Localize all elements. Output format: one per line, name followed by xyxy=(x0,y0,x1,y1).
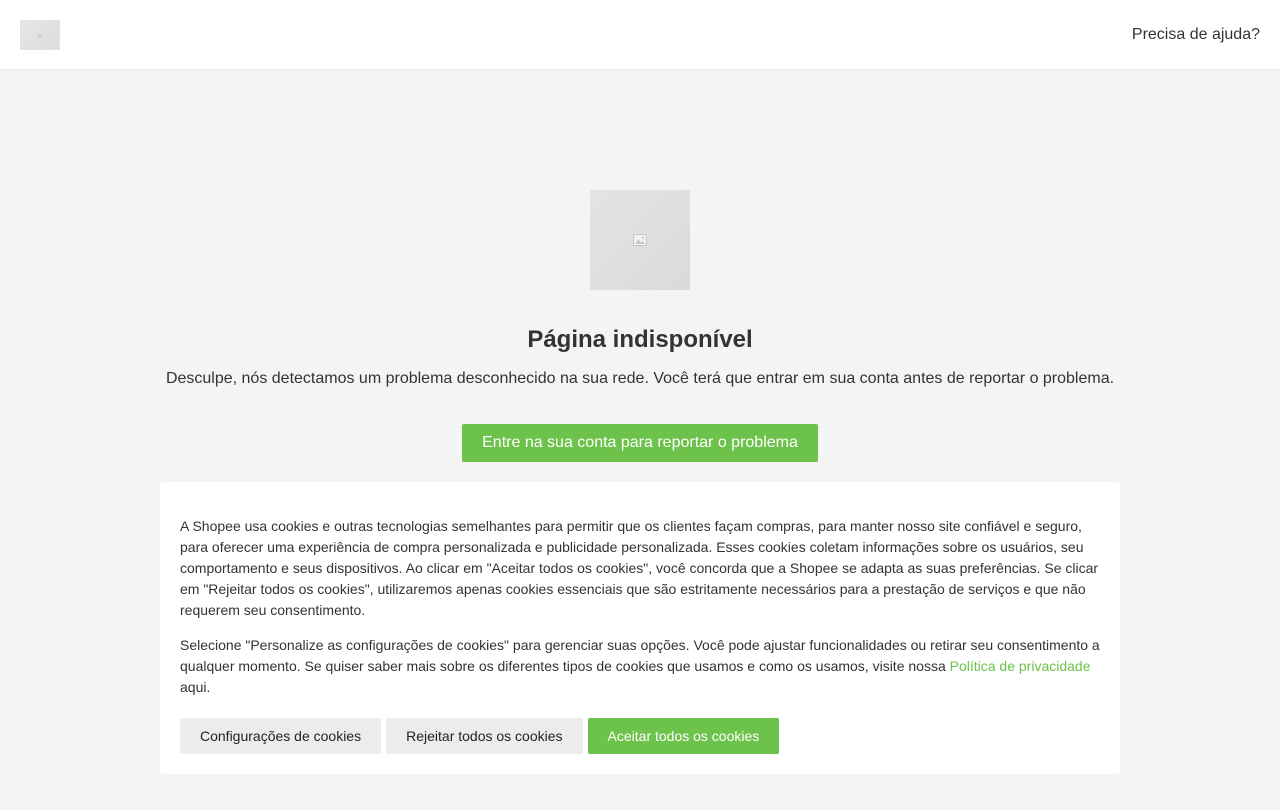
logo-placeholder-icon[interactable] xyxy=(20,20,60,50)
logo-dot xyxy=(38,33,42,37)
page-header: Precisa de ajuda? xyxy=(0,0,1280,70)
cookie-consent-panel: A Shopee usa cookies e outras tecnologia… xyxy=(160,482,1120,774)
cookie-button-row: Configurações de cookies Rejeitar todos … xyxy=(180,718,780,754)
page-description: Desculpe, nós detectamos um problema des… xyxy=(165,370,1115,387)
login-to-report-button[interactable]: Entre na sua conta para reportar o probl… xyxy=(462,424,818,462)
reject-all-cookies-button[interactable]: Rejeitar todos os cookies xyxy=(386,718,583,754)
broken-image-icon xyxy=(633,234,647,246)
privacy-policy-link[interactable]: Política de privacidade xyxy=(950,658,1091,674)
cookie-paragraph-2-suffix: aqui. xyxy=(180,679,211,695)
cookie-paragraph-1: A Shopee usa cookies e outras tecnologia… xyxy=(180,518,1099,618)
cookie-settings-button[interactable]: Configurações de cookies xyxy=(180,718,382,754)
help-link[interactable]: Precisa de ajuda? xyxy=(1132,25,1260,45)
accept-all-cookies-button[interactable]: Aceitar todos os cookies xyxy=(587,718,780,754)
image-placeholder-icon xyxy=(590,190,690,290)
page-title: Página indisponível xyxy=(527,326,753,353)
cookie-paragraph-2: Selecione "Personalize as configurações … xyxy=(180,635,1100,698)
